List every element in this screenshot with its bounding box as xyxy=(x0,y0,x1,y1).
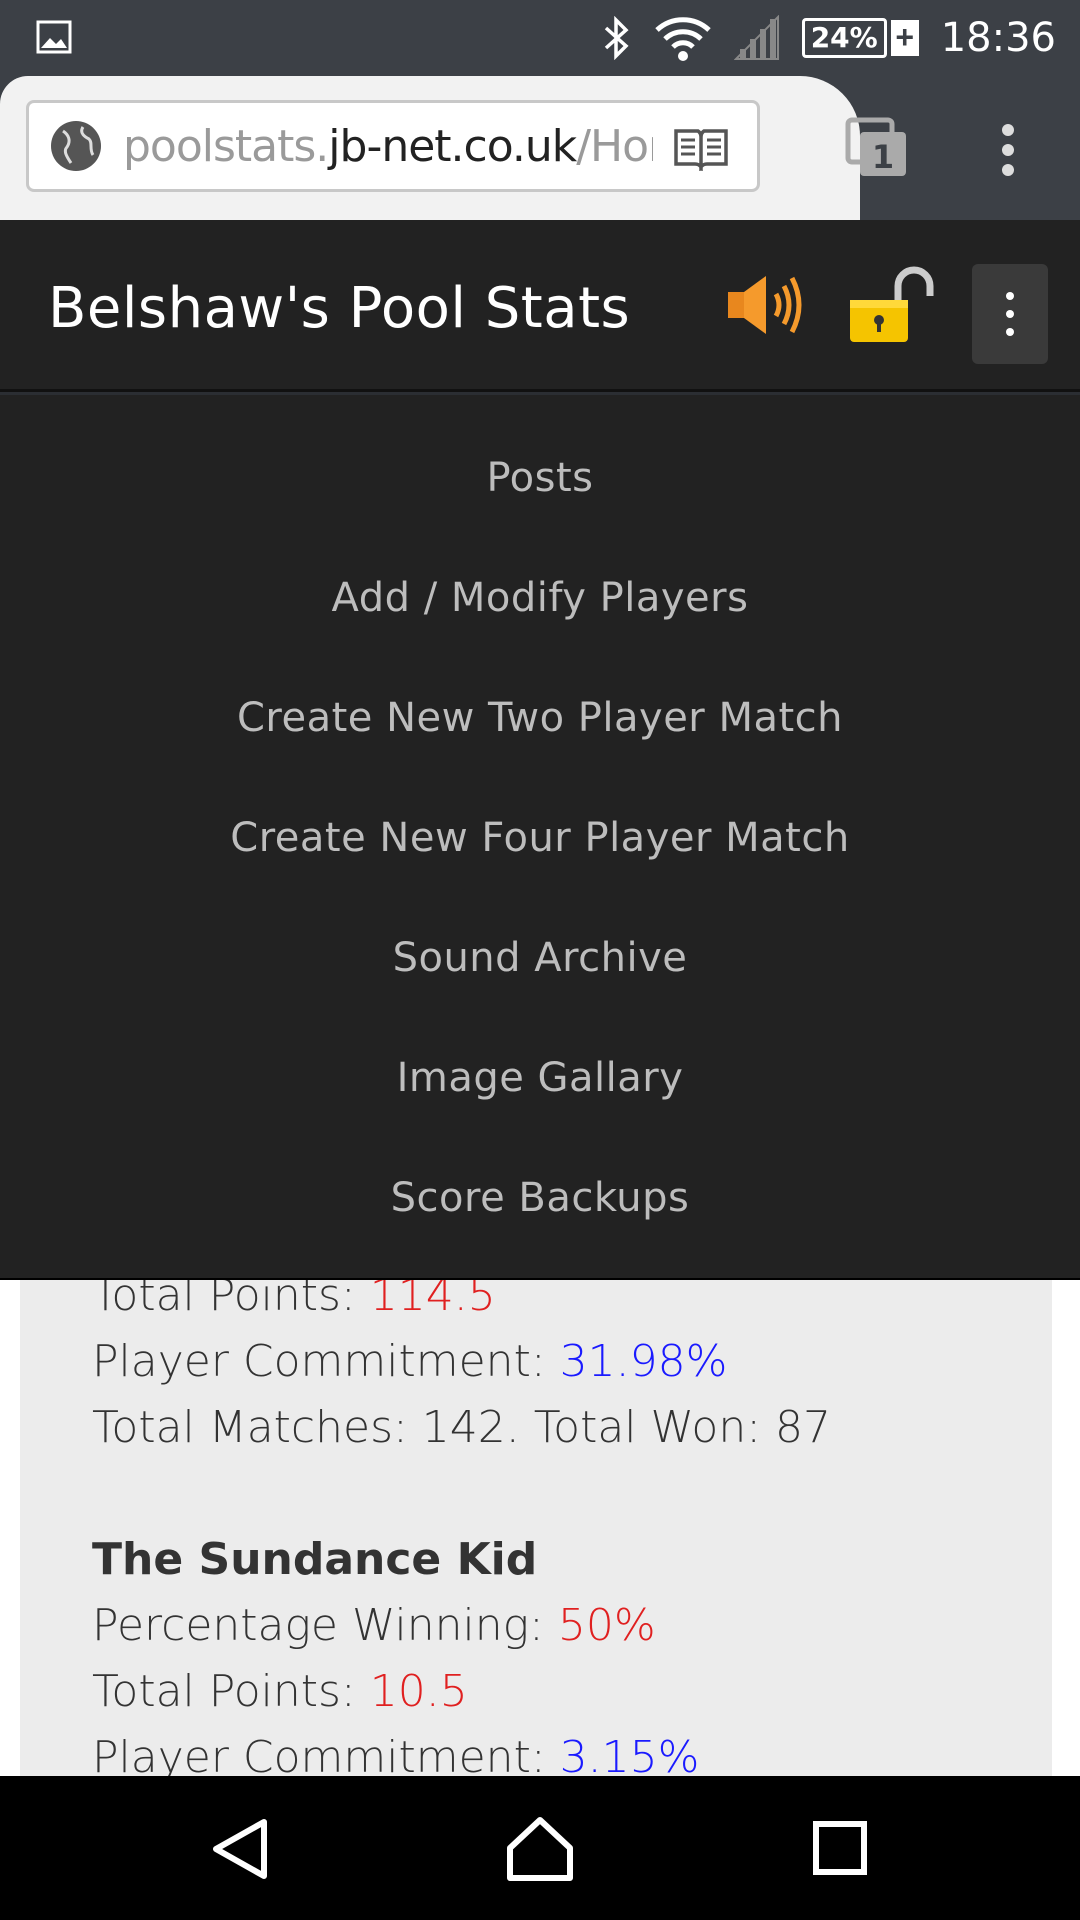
recent-apps-icon[interactable] xyxy=(800,1814,880,1884)
clock: 18:36 xyxy=(940,15,1056,61)
signal-icon xyxy=(733,15,779,60)
menu-item-image-gallery[interactable]: Image Gallary xyxy=(0,1055,1080,1101)
player-commitment-line: Player Commitment: 3.15% xyxy=(92,1732,699,1776)
menu-item-create-four-player-match[interactable]: Create New Four Player Match xyxy=(0,815,1080,861)
total-points-value: 10.5 xyxy=(369,1666,468,1717)
gallery-icon xyxy=(36,20,72,54)
url-prefix: poolstats. xyxy=(123,120,329,172)
system-nav-bar xyxy=(0,1776,1080,1920)
url-bar[interactable]: poolstats.jb-net.co.uk/Hom xyxy=(26,100,760,192)
url-suffix: /Hom xyxy=(576,120,653,172)
stat-label: Percentage Winning: xyxy=(92,1600,558,1651)
speaker-icon[interactable] xyxy=(726,270,810,340)
stat-label: Total Points: xyxy=(92,1666,370,1717)
url-domain: jb-net.co.uk xyxy=(328,120,577,172)
reader-mode-icon[interactable] xyxy=(673,127,729,171)
menu-item-posts[interactable]: Posts xyxy=(0,455,1080,501)
player-commitment-value: 3.15% xyxy=(559,1732,700,1776)
browser-tab: poolstats.jb-net.co.uk/Hom xyxy=(0,76,860,220)
back-icon[interactable] xyxy=(202,1814,282,1884)
total-points-value: 114.5 xyxy=(369,1280,496,1321)
total-points-line: Total Points: 10.5 xyxy=(92,1666,468,1717)
total-matches-line: Total Matches: 142. Total Won: 87 xyxy=(92,1402,832,1453)
total-points-line: Total Points: 114.5 xyxy=(92,1280,496,1321)
stat-label: Player Commitment: xyxy=(92,1732,560,1776)
unlocked-padlock-icon[interactable] xyxy=(846,264,936,346)
player-name: The Sundance Kid xyxy=(92,1534,538,1585)
battery-icon: 24% + xyxy=(801,18,919,58)
browser-menu-icon[interactable] xyxy=(990,120,1026,180)
url-text[interactable]: poolstats.jb-net.co.uk/Hom xyxy=(123,121,653,172)
page-title[interactable]: Belshaw's Pool Stats xyxy=(48,276,630,341)
menu-item-sound-archive[interactable]: Sound Archive xyxy=(0,935,1080,981)
stats-content: Total Points: 114.5 Player Commitment: 3… xyxy=(0,1280,1080,1776)
battery-percent: 24% xyxy=(801,18,887,58)
status-bar: 24% + 18:36 xyxy=(0,0,1080,76)
stat-label: Player Commitment: xyxy=(92,1336,560,1387)
browser-toolbar: poolstats.jb-net.co.uk/Hom 1 xyxy=(0,76,1080,220)
tab-count: 1 xyxy=(872,138,894,176)
menu-item-add-modify-players[interactable]: Add / Modify Players xyxy=(0,575,1080,621)
globe-icon xyxy=(51,121,101,171)
player-commitment-line: Player Commitment: 31.98% xyxy=(92,1336,727,1387)
wifi-icon xyxy=(654,17,711,61)
tab-switcher-icon[interactable]: 1 xyxy=(844,116,910,180)
bluetooth-icon xyxy=(604,16,629,60)
percentage-winning-value: 50% xyxy=(557,1600,656,1651)
menu-toggle-button[interactable] xyxy=(972,264,1048,364)
battery-charging-indicator: + xyxy=(890,20,919,56)
menu-item-create-two-player-match[interactable]: Create New Two Player Match xyxy=(0,695,1080,741)
percentage-winning-line: Percentage Winning: 50% xyxy=(92,1600,656,1651)
stat-label: Total Points: xyxy=(92,1280,370,1321)
home-icon[interactable] xyxy=(500,1814,580,1884)
nav-menu: Posts Add / Modify Players Create New Tw… xyxy=(0,395,1080,1280)
menu-item-score-backups[interactable]: Score Backups xyxy=(0,1175,1080,1221)
player-commitment-value: 31.98% xyxy=(559,1336,728,1387)
app-header: Belshaw's Pool Stats xyxy=(0,220,1080,392)
